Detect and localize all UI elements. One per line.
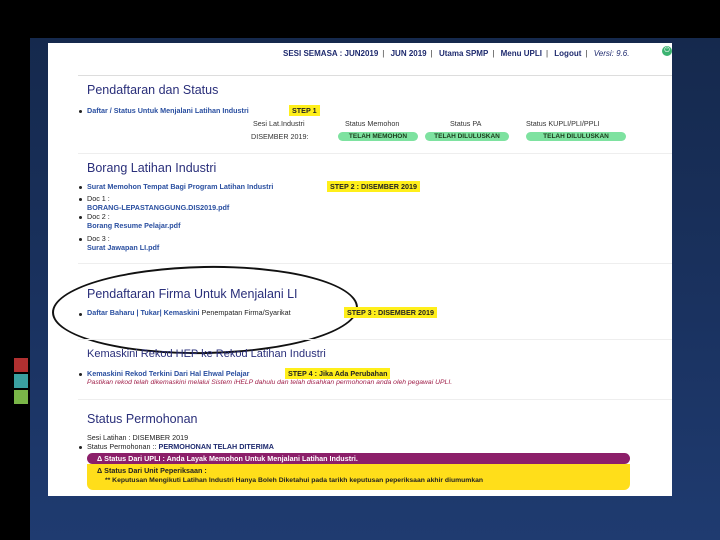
top-nav: SESI SEMASA : JUN2019 | JUN 2019 | Utama S…	[283, 49, 630, 58]
section3-link[interactable]: Daftar Baharu | Tukar| Kemaskini	[87, 308, 200, 317]
slide-marker	[18, 54, 27, 80]
section1-title: Pendaftaran dan Status	[87, 83, 219, 97]
section4-title: Kemaskini Rekod HEP ke Rekod Latihan Ind…	[87, 348, 326, 360]
nav-utama[interactable]: Utama SPMP	[439, 49, 488, 58]
status-unit-note: ** Keputusan Mengikuti Latihan Industri …	[105, 477, 484, 484]
section4-link[interactable]: Kemaskini Rekod Terkini Dari Hal Ehwal P…	[87, 369, 249, 378]
doc2-file-link[interactable]: Borang Resume Pelajar.pdf	[87, 221, 180, 230]
doc1-label: Doc 1 :	[87, 194, 110, 203]
bullet	[79, 446, 82, 449]
col-sesi: Sesi Lat.Industri	[253, 119, 305, 128]
section-divider	[78, 263, 672, 264]
doc1-file-link[interactable]: BORANG-LEPASTANGGUNG.DIS2019.pdf	[87, 203, 229, 212]
step2-badge: STEP 2 : DISEMBER 2019	[327, 181, 420, 192]
accent-bar-green	[14, 390, 28, 404]
screenshot-panel: SESI SEMASA : JUN2019 | JUN 2019 | Utama S…	[48, 43, 672, 496]
bullet	[79, 110, 82, 113]
section-divider	[78, 339, 672, 340]
status-upli-text: Δ Status Dari UPLI : Anda Layak Memohon …	[97, 454, 358, 463]
step4-badge: STEP 4 : Jika Ada Perubahan	[285, 368, 391, 379]
bullet	[79, 198, 82, 201]
section-divider	[78, 153, 672, 154]
section3-title: Pendaftaran Firma Untuk Menjalani LI	[87, 287, 298, 301]
status-pa-chip: TELAH DILULUSKAN	[425, 132, 509, 141]
section2-title: Borang Latihan Industri	[87, 161, 217, 175]
nav-jun[interactable]: JUN 2019	[391, 49, 427, 58]
step3-badge: STEP 3 : DISEMBER 2019	[344, 307, 437, 318]
bullet	[79, 238, 82, 241]
status-permohonan-line: Status Permohonan :: PERMOHONAN TELAH DI…	[87, 442, 274, 451]
nav-menu[interactable]: Menu UPLI	[501, 49, 542, 58]
bullet	[79, 313, 82, 316]
doc3-file-link[interactable]: Surat Jawapan LI.pdf	[87, 243, 159, 252]
col-memohon: Status Memohon	[345, 119, 400, 128]
status-unit-bar: Δ Status Dari Unit Peperiksaan : ** Kepu…	[87, 464, 630, 490]
status-permohonan-label: Status Permohonan ::	[87, 442, 159, 451]
status-permohonan-value: PERMOHONAN TELAH DITERIMA	[158, 442, 274, 451]
status-kupli-chip: TELAH DILULUSKAN	[526, 132, 626, 141]
sesi-date: DISEMBER 2019:	[251, 132, 309, 141]
section5-title: Status Permohonan	[87, 412, 198, 426]
power-icon[interactable]: ⏻	[662, 46, 672, 56]
accent-bar-red	[14, 358, 28, 372]
bullet	[79, 186, 82, 189]
status-unit-label: Δ Status Dari Unit Peperiksaan :	[97, 466, 207, 475]
nav-logout[interactable]: Logout	[554, 49, 581, 58]
nav-sesi: SESI SEMASA : JUN2019	[283, 49, 379, 58]
bullet	[79, 373, 82, 376]
status-upli-bar: Δ Status Dari UPLI : Anda Layak Memohon …	[87, 453, 630, 464]
status-memohon-chip: TELAH MEMOHON	[338, 132, 418, 141]
accent-bar-teal	[14, 374, 28, 388]
section1-link[interactable]: Daftar / Status Untuk Menjalani Latihan …	[87, 106, 249, 115]
nav-divider	[78, 75, 672, 76]
section-divider	[78, 399, 672, 400]
section2-link[interactable]: Surat Memohon Tempat Bagi Program Latiha…	[87, 182, 273, 191]
bullet	[79, 216, 82, 219]
nav-versi: Versi: 9.6.	[593, 49, 630, 58]
section3-line: Daftar Baharu | Tukar| Kemaskini Penempa…	[87, 308, 291, 317]
section4-note: Pastikan rekod telah dikemaskini melalui…	[87, 379, 453, 386]
sesi-latihan: Sesi Latihan : DISEMBER 2019	[87, 433, 189, 442]
step1-badge: STEP 1	[289, 105, 320, 116]
section3-rest: Penempatan Firma/Syarikat	[201, 308, 291, 317]
doc3-label: Doc 3 :	[87, 234, 110, 243]
doc2-label: Doc 2 :	[87, 212, 110, 221]
col-kupli: Status KUPLI/PLI/PPLI	[526, 119, 600, 128]
col-pa: Status PA	[450, 119, 482, 128]
